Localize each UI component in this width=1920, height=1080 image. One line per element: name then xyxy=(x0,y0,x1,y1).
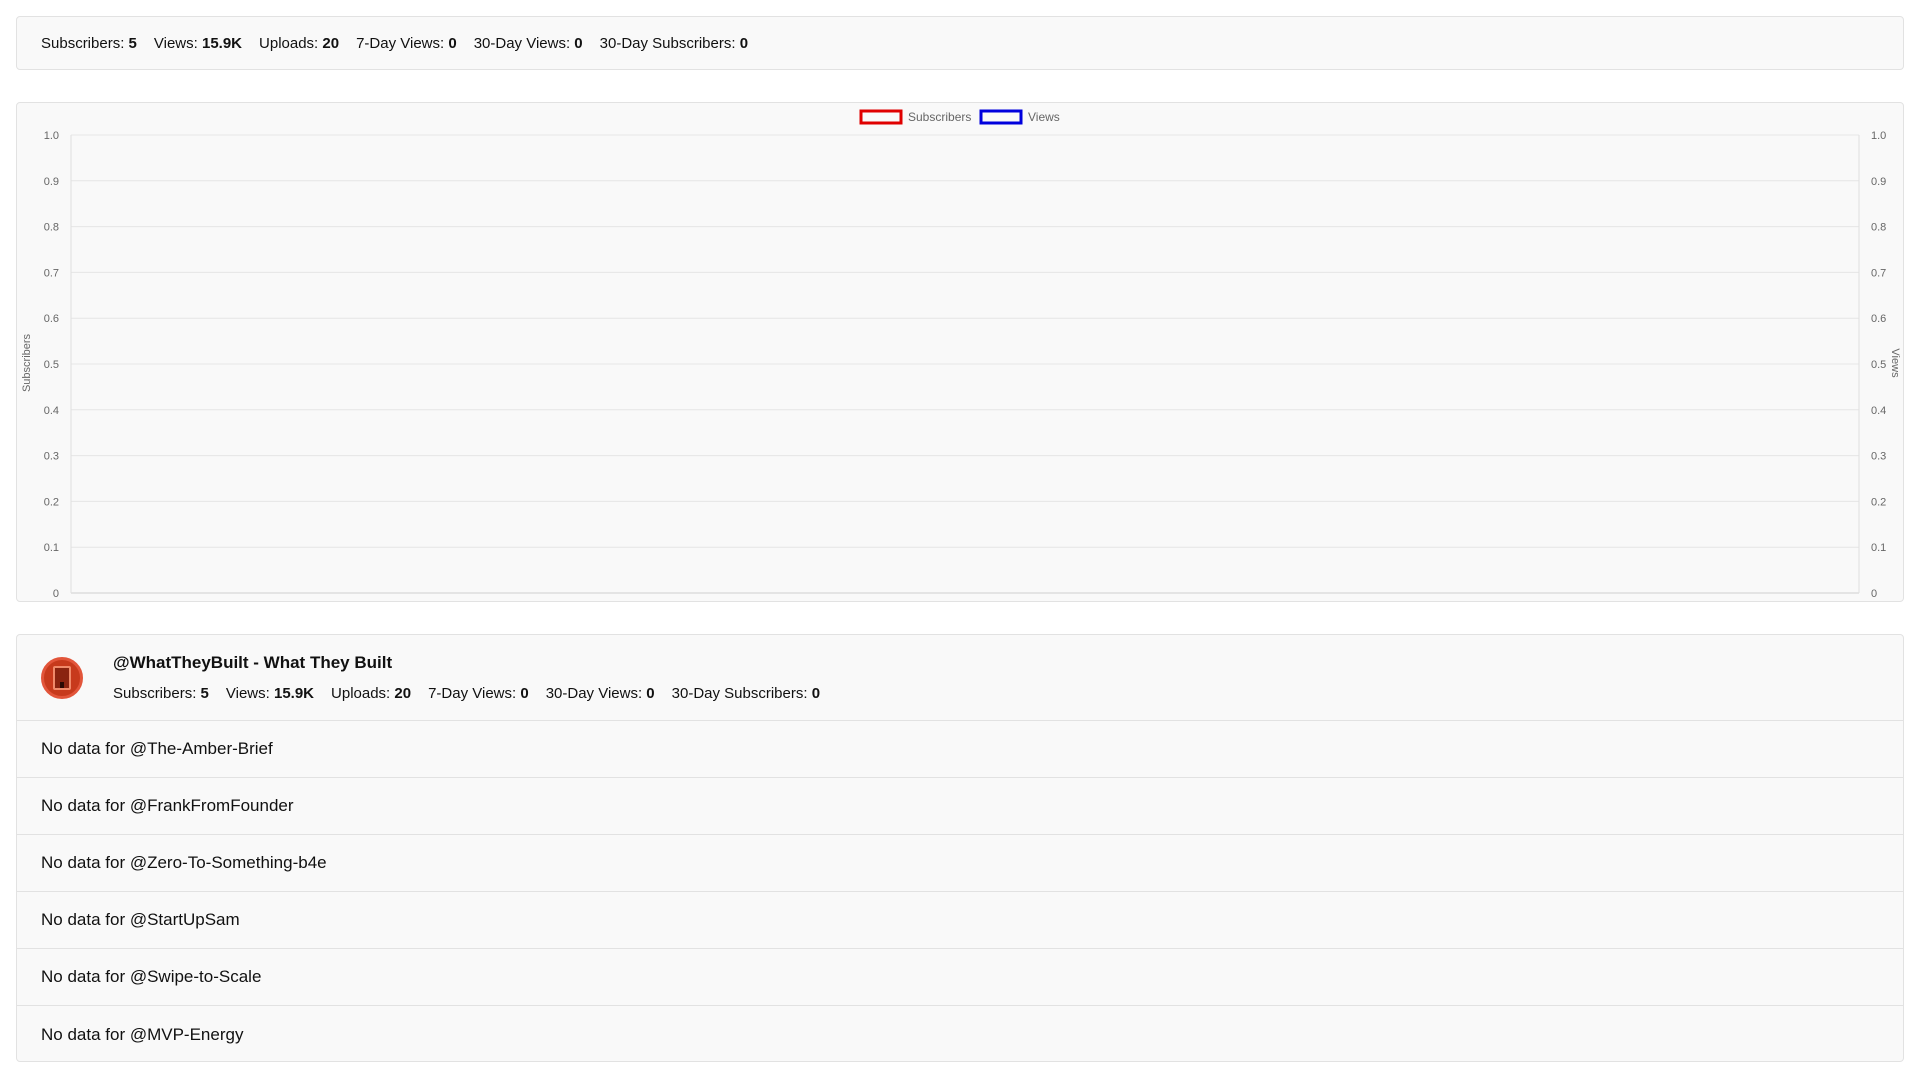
summary-stats: Subscribers: 5 Views: 15.9K Uploads: 20 … xyxy=(41,35,748,52)
stat-subscribers: Subscribers: 5 xyxy=(41,34,137,52)
legend-label-views[interactable]: Views xyxy=(1028,110,1060,124)
y-axis-left-ticks: 0 0.1 0.2 0.3 0.4 0.5 0.6 0.7 0.8 0.9 1.0 xyxy=(44,130,59,600)
chart-grid xyxy=(70,134,1860,594)
y-tick-label-right: 0.7 xyxy=(1871,267,1886,279)
y-axis-right-ticks: 0 0.1 0.2 0.3 0.4 0.5 0.6 0.7 0.8 0.9 1.0 xyxy=(1871,130,1886,600)
y-tick-label-right: 1.0 xyxy=(1871,130,1886,142)
y-tick-label-left: 0.2 xyxy=(44,496,59,508)
channel-stat-30day-subscribers: 30-Day Subscribers: 0 xyxy=(671,685,821,702)
channel-avatar[interactable] xyxy=(41,657,83,699)
y-tick-label-left: 0.5 xyxy=(44,359,59,371)
y-tick-label-right: 0.6 xyxy=(1871,313,1886,325)
summary-stats-card: Subscribers: 5 Views: 15.9K Uploads: 20 … xyxy=(16,16,1904,70)
y-tick-label-left: 0.6 xyxy=(44,313,59,325)
channel-stat-7day-views: 7-Day Views: 0 xyxy=(428,685,529,702)
y-tick-label-right: 0.9 xyxy=(1871,176,1886,188)
y-tick-label-left: 0.1 xyxy=(44,542,59,554)
legend-label-subscribers[interactable]: Subscribers xyxy=(908,110,971,124)
no-data-row: No data for @StartUpSam xyxy=(17,892,1903,949)
channel-stat-views: Views: 15.9K xyxy=(225,685,315,702)
y-tick-label-right: 0.3 xyxy=(1871,451,1886,463)
no-data-row: No data for @MVP-Energy xyxy=(41,1024,244,1044)
subscribers-views-chart: 00.10.20.30.40.50.60.70.80.91.0 00.10.20… xyxy=(21,109,1901,600)
stat-30day-subscribers: 30-Day Subscribers: 0 xyxy=(599,34,749,52)
legend-swatch-views[interactable] xyxy=(979,109,1023,125)
y-axis-left-label: Subscribers xyxy=(21,333,33,392)
stat-views: Views: 15.9K xyxy=(153,34,243,52)
channel-stat-subscribers: Subscribers: 5 xyxy=(113,685,209,702)
y-tick-label-right: 0 xyxy=(1871,588,1877,600)
y-tick-label-right: 0.2 xyxy=(1871,496,1886,508)
y-tick-label-left: 0.7 xyxy=(44,267,59,279)
y-tick-label-left: 0.8 xyxy=(44,222,59,234)
chart-legend[interactable]: Subscribers Views xyxy=(859,109,1060,125)
channel-stats: Subscribers: 5 Views: 15.9K Uploads: 20 … xyxy=(113,685,820,702)
stat-uploads: Uploads: 20 xyxy=(259,34,340,52)
y-tick-label-right: 0.1 xyxy=(1871,542,1886,554)
y-tick-label-right: 0.5 xyxy=(1871,359,1886,371)
legend-swatch-subscribers[interactable] xyxy=(859,109,903,125)
stat-30day-views: 30-Day Views: 0 xyxy=(473,34,583,52)
channel-row-whattheybuilt[interactable]: @WhatTheyBuilt - What They Built Subscri… xyxy=(17,635,1903,721)
y-axis-right-label: Views xyxy=(1889,348,1901,378)
channel-list-card: @WhatTheyBuilt - What They Built Subscri… xyxy=(16,634,1904,1062)
stat-7day-views: 7-Day Views: 0 xyxy=(356,34,457,52)
channel-stat-30day-views: 30-Day Views: 0 xyxy=(545,685,655,702)
no-data-row: No data for @Swipe-to-Scale xyxy=(17,949,1903,1006)
no-data-row: No data for @The-Amber-Brief xyxy=(17,721,1903,778)
no-data-row: No data for @FrankFromFounder xyxy=(17,778,1903,835)
y-tick-label-left: 0.3 xyxy=(44,451,59,463)
y-tick-label-right: 0.4 xyxy=(1871,405,1886,417)
y-tick-label-left: 0.9 xyxy=(44,176,59,188)
y-tick-label-left: 1.0 xyxy=(44,130,59,142)
building-icon xyxy=(53,666,71,690)
channel-title[interactable]: @WhatTheyBuilt - What They Built xyxy=(113,653,392,673)
y-tick-label-left: 0 xyxy=(53,588,59,600)
chart-card: 0 0.1 0.2 0.3 0.4 0.5 0.6 0.7 0.8 0.9 1.0 0 0.1 0.2 0… xyxy=(16,102,1904,602)
channel-stat-uploads: Uploads: 20 xyxy=(331,685,412,702)
y-tick-label-left: 0.4 xyxy=(44,405,59,417)
y-tick-label-right: 0.8 xyxy=(1871,222,1886,234)
no-data-row: No data for @Zero-To-Something-b4e xyxy=(17,835,1903,892)
